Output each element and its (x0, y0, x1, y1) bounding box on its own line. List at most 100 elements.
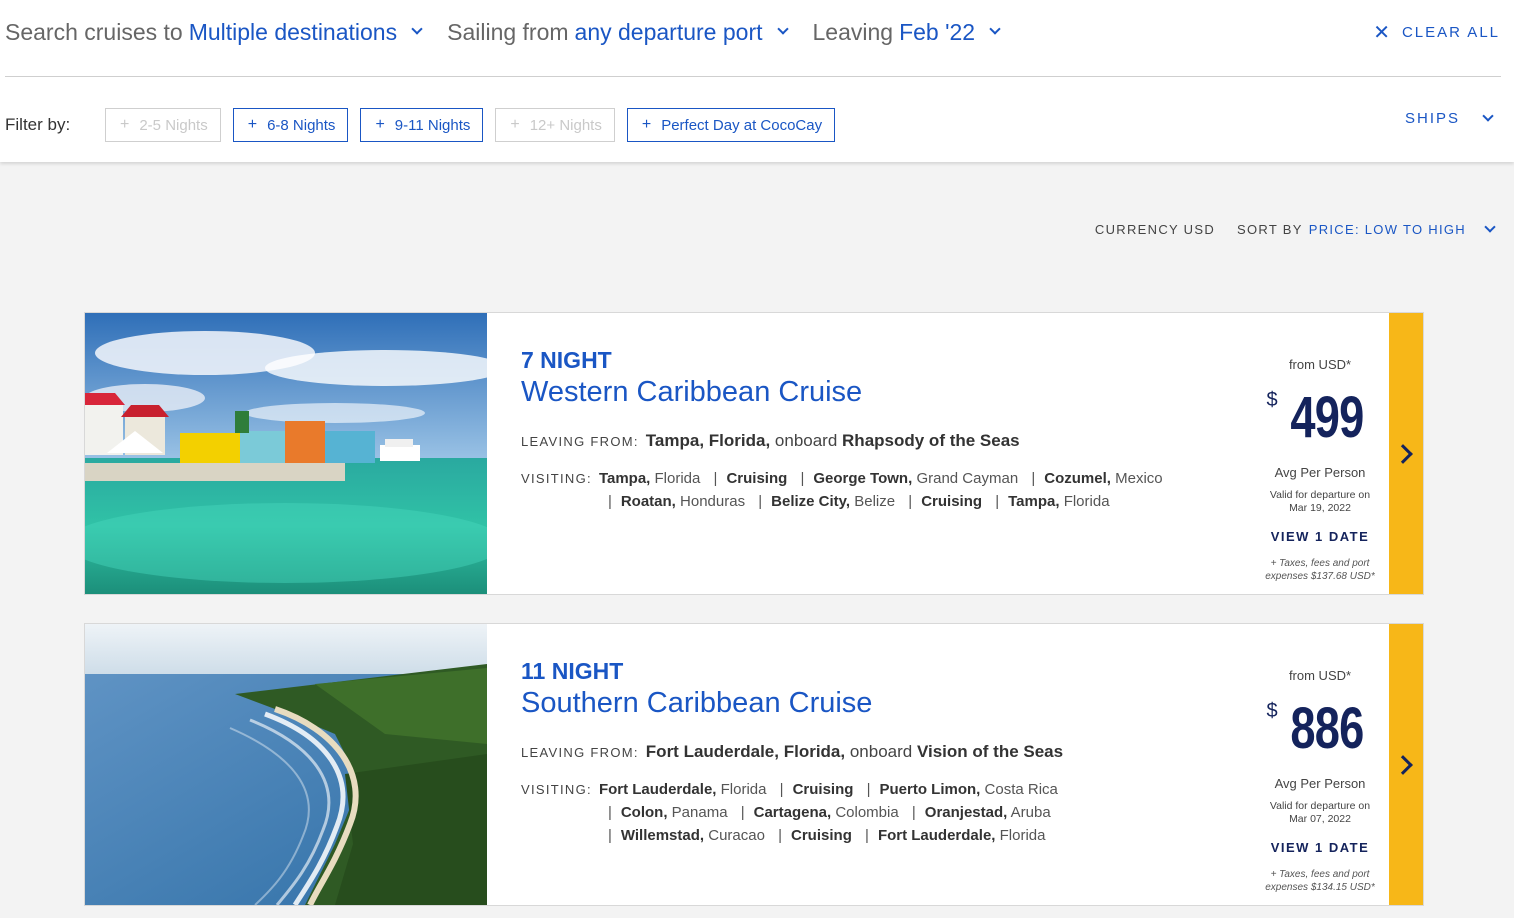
filter-chip[interactable]: +9-11 Nights (360, 108, 484, 142)
port-city: Cartagena, (753, 804, 832, 821)
port-item: Fort Lauderdale, Florida (878, 827, 1046, 844)
sort-bar: CURRENCY USD SORT BY PRICE: LOW TO HIGH (1095, 220, 1496, 237)
filter-chip[interactable]: +6-8 Nights (232, 108, 349, 142)
taxes-amount: expenses $134.15 USD* (1265, 882, 1375, 893)
port-separator: | (607, 804, 612, 821)
valid-date: Mar 19, 2022 (1289, 502, 1351, 514)
port-region: Belize (854, 493, 896, 510)
port-item: Cruising (791, 827, 852, 844)
avg-label: Avg Per Person (1274, 465, 1366, 480)
filter-chip[interactable]: +2-5 Nights (105, 108, 221, 142)
filter-chip-label: 6-8 Nights (267, 116, 336, 134)
port-item: Cruising (921, 493, 982, 510)
view-dates-link[interactable]: VIEW 1 DATE (1245, 840, 1395, 855)
port-item: Willemstad, Curacao (621, 827, 765, 844)
port-item: Oranjestad, Aruba (925, 804, 1051, 821)
ship-name: Vision of the Seas (916, 742, 1064, 761)
chevron-down-icon (411, 23, 423, 35)
port-separator: | (778, 827, 783, 844)
port-separator: | (607, 493, 612, 510)
search-header: Search cruises to Multiple destinations … (0, 0, 1514, 162)
divider (5, 76, 1501, 77)
chevron-down-icon (989, 23, 1001, 35)
port-city: Oranjestad, (924, 804, 1008, 821)
currency-symbol: $ (1266, 389, 1278, 411)
price-amount: $ 886 (1245, 696, 1395, 762)
port-separator: | (779, 781, 784, 798)
destination-dropdown[interactable]: Search cruises to Multiple destinations (5, 19, 423, 46)
clear-all-button[interactable]: ✕ CLEAR ALL (1373, 20, 1500, 45)
filter-chip[interactable]: +12+ Nights (495, 108, 615, 142)
port-item: Fort Lauderdale, Florida (599, 781, 767, 798)
plus-icon: + (510, 116, 520, 133)
port-region: Costa Rica (984, 781, 1058, 798)
plus-icon: + (120, 116, 130, 133)
cruise-info: 11 NIGHT Southern Caribbean Cruise LEAVI… (521, 658, 1221, 847)
port-region: Florida (720, 781, 767, 798)
port-value: any departure port (574, 18, 763, 45)
cruise-title[interactable]: Southern Caribbean Cruise (521, 687, 1221, 720)
filter-label: Filter by: (5, 115, 71, 134)
onboard-text: onboard (774, 431, 838, 450)
port-item: Cruising (726, 470, 787, 487)
port-item: Tampa, Florida (599, 470, 700, 487)
port-city: Cruising (791, 827, 852, 844)
cruise-card: 7 NIGHT Western Caribbean Cruise LEAVING… (84, 312, 1424, 595)
view-cruise-button[interactable] (1389, 313, 1423, 594)
port-separator: | (800, 470, 805, 487)
nights-label: 11 NIGHT (521, 658, 624, 684)
taxes-note: + Taxes, fees and port expenses $137.68 … (1245, 557, 1395, 583)
valid-departure: Valid for departure on Mar 19, 2022 (1245, 489, 1395, 515)
valid-line: Valid for departure on (1269, 489, 1371, 501)
filter-bar: Filter by: +2-5 Nights +6-8 Nights +9-11 N… (5, 108, 847, 142)
departure-date-dropdown[interactable]: Leaving Feb '22 (813, 18, 1001, 46)
leaving-label: LEAVING FROM: (521, 745, 639, 760)
port-separator: | (713, 470, 718, 487)
port-city: Belize City, (771, 493, 851, 510)
port-region: Honduras (680, 493, 746, 510)
cruise-info: 7 NIGHT Western Caribbean Cruise LEAVING… (521, 347, 1221, 513)
port-city: Cruising (726, 470, 788, 487)
taxes-note: + Taxes, fees and port expenses $134.15 … (1245, 868, 1395, 894)
departure-port-dropdown[interactable]: Sailing from any departure port (447, 18, 789, 46)
port-separator: | (866, 781, 871, 798)
ships-dropdown[interactable]: SHIPS (1405, 109, 1494, 127)
price-block: from USD* $ 499 Avg Per Person Valid for… (1245, 313, 1395, 594)
port-separator: | (1031, 470, 1036, 487)
port-city: Fort Lauderdale, (598, 781, 717, 798)
port-region: Florida (999, 827, 1046, 844)
port-region: Aruba (1010, 804, 1051, 821)
port-region: Florida (654, 470, 701, 487)
taxes-line: + Taxes, fees and port (1270, 558, 1370, 569)
port-city: Tampa, (598, 470, 651, 487)
visiting-ports: VISITING: Fort Lauderdale, Florida | Crui… (521, 778, 1221, 847)
onboard-text: onboard (849, 742, 913, 761)
port-city: Fort Lauderdale, (877, 827, 996, 844)
port-item: Belize City, Belize (771, 493, 895, 510)
port-city: Cruising (921, 493, 983, 510)
port-separator: | (740, 804, 745, 821)
port-city: Tampa, (1008, 493, 1060, 510)
cruise-title[interactable]: Western Caribbean Cruise (521, 376, 1221, 409)
plus-icon: + (641, 116, 652, 133)
chevron-down-icon[interactable] (1484, 220, 1496, 233)
port-separator: | (865, 827, 869, 844)
nights-label: 7 NIGHT (521, 347, 612, 373)
port-list: Fort Lauderdale, Florida | Cruising | Puer… (599, 778, 1189, 847)
view-dates-link[interactable]: VIEW 1 DATE (1245, 529, 1395, 544)
port-item: Puerto Limon, Costa Rica (880, 781, 1058, 798)
valid-line: Valid for departure on (1269, 800, 1371, 812)
port-list: Tampa, Florida | Cruising | George Town, G… (599, 467, 1189, 513)
plus-icon: + (247, 116, 258, 133)
clear-all-label: CLEAR ALL (1401, 24, 1500, 41)
port-item: Roatan, Honduras (621, 493, 745, 510)
filter-chip[interactable]: + Perfect Day at CocoCay (626, 108, 836, 142)
date-value: Feb '22 (899, 18, 976, 45)
view-cruise-button[interactable] (1389, 624, 1423, 905)
sort-dropdown[interactable]: PRICE: LOW TO HIGH (1309, 222, 1466, 237)
filter-chip-label: 12+ Nights (529, 116, 602, 134)
port-city: Colon, (620, 804, 668, 821)
port-city: Cozumel, (1044, 470, 1111, 487)
price-value: 499 (1289, 385, 1364, 450)
leaving-from: LEAVING FROM: Fort Lauderdale, Florida, … (521, 742, 1221, 762)
